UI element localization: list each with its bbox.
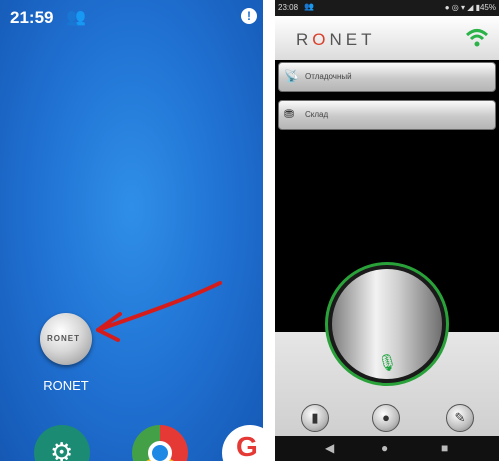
back-icon[interactable]: ◀ (325, 441, 334, 455)
chrome-icon[interactable] (132, 425, 188, 461)
android-nav-bar: ◀ ● ■ (275, 436, 499, 461)
edit-button[interactable]: ✎ (446, 404, 474, 432)
ronet-app-screen: 23:08 👥 ● ◎ ▾ ◢ ▮45% RONET 📡 Отладочный … (275, 0, 499, 461)
app-icon-logo: RONET (47, 334, 80, 343)
google-icon[interactable]: G (222, 425, 263, 461)
push-to-talk-button[interactable]: 🎙 (332, 269, 442, 379)
ronet-app-icon[interactable]: RONET (40, 313, 92, 365)
status-icons: ● ◎ ▾ ◢ ▮45% (444, 3, 496, 12)
app-logo: RONET (296, 30, 376, 49)
home-screen: 21:59 👥 ! RONET RONET ⚙ G (0, 0, 263, 461)
warehouse-icon: ⛃ (284, 107, 295, 121)
channel-debug[interactable]: 📡 Отладочный (278, 62, 496, 92)
home-icon[interactable]: ● (381, 441, 388, 455)
record-button[interactable]: ● (372, 404, 400, 432)
antenna-icon: 📡 (284, 69, 299, 83)
wifi-icon (465, 29, 489, 47)
channel-label: Отладочный (305, 72, 352, 81)
status-bar: 23:08 👥 ● ◎ ▾ ◢ ▮45% (275, 0, 499, 16)
microphone-icon: 🎙 (377, 355, 398, 372)
channel-label: Склад (305, 110, 329, 119)
dock: ⚙ G (0, 425, 263, 461)
status-time: 23:08 (278, 3, 299, 12)
phone-button[interactable]: ▮ (301, 404, 329, 432)
people-icon: 👥 (304, 2, 314, 11)
app-label[interactable]: RONET (38, 378, 94, 393)
app-header: RONET (275, 16, 499, 60)
settings-icon[interactable]: ⚙ (34, 425, 90, 461)
channel-warehouse[interactable]: ⛃ Склад (278, 100, 496, 130)
recents-icon[interactable]: ■ (441, 441, 448, 455)
